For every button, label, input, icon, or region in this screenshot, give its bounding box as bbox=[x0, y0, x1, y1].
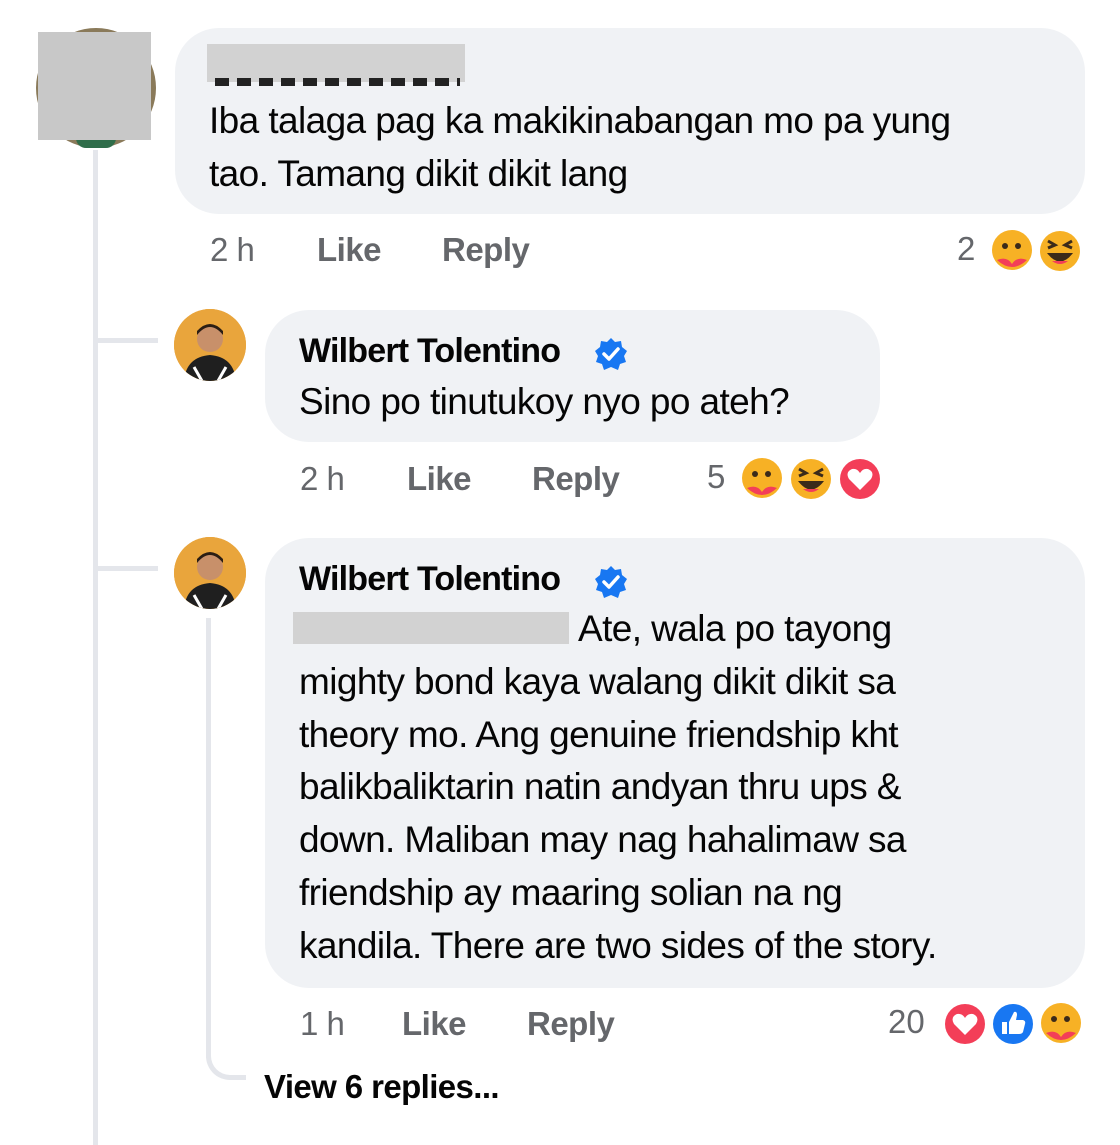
reaction-count[interactable]: 2 bbox=[957, 230, 975, 268]
thread-line-reply2 bbox=[206, 618, 211, 1058]
author-name-redaction bbox=[207, 44, 465, 82]
reply-bubble: Wilbert Tolentino Ate, wala po tayong mi… bbox=[265, 538, 1085, 988]
care-reaction-icon bbox=[989, 228, 1035, 274]
reply-button[interactable]: Reply bbox=[527, 1005, 615, 1043]
comment-text-line1: Iba talaga pag ka makikinabangan mo pa y… bbox=[209, 100, 951, 141]
mention-redaction[interactable] bbox=[293, 612, 569, 644]
reply-text-line5: down. Maliban may nag hahalimaw sa bbox=[299, 819, 906, 860]
love-reaction-icon bbox=[837, 456, 883, 502]
haha-reaction-icon bbox=[1037, 228, 1083, 274]
reply-text-line7: kandila. There are two sides of the stor… bbox=[299, 925, 937, 966]
reaction-count[interactable]: 20 bbox=[888, 1003, 925, 1041]
reply-button[interactable]: Reply bbox=[442, 231, 530, 269]
reply-text-line2: mighty bond kaya walang dikit dikit sa bbox=[299, 661, 896, 702]
avatar-redaction bbox=[38, 32, 151, 140]
comment-text-line2: tao. Tamang dikit dikit lang bbox=[209, 153, 628, 194]
comment-bubble: Iba talaga pag ka makikinabangan mo pa y… bbox=[175, 28, 1085, 214]
like-button[interactable]: Like bbox=[407, 460, 472, 498]
reply-text-line6: friendship ay maaring solian na ng bbox=[299, 872, 843, 913]
comment-timestamp[interactable]: 2 h bbox=[210, 231, 255, 269]
care-reaction-icon bbox=[739, 456, 785, 502]
like-button[interactable]: Like bbox=[317, 231, 382, 269]
wilbert-avatar[interactable] bbox=[174, 309, 246, 381]
reply-text-line4: balikbaliktarin natin andyan thru ups & bbox=[299, 766, 901, 807]
reply-bubble: Wilbert Tolentino Sino po tinutukoy nyo … bbox=[265, 310, 880, 442]
reply-text-line1: Ate, wala po tayong bbox=[578, 608, 892, 649]
view-replies-link[interactable]: View 6 replies... bbox=[264, 1068, 500, 1106]
wilbert-avatar[interactable] bbox=[174, 537, 246, 609]
author-name-fragment bbox=[215, 78, 460, 86]
verified-badge-icon bbox=[595, 338, 627, 370]
author-name[interactable]: Wilbert Tolentino bbox=[299, 332, 561, 371]
reply-timestamp[interactable]: 1 h bbox=[300, 1005, 345, 1043]
reply-button[interactable]: Reply bbox=[532, 460, 620, 498]
reply-timestamp[interactable]: 2 h bbox=[300, 460, 345, 498]
verified-badge-icon bbox=[595, 566, 627, 598]
thread-connector-reply1 bbox=[98, 338, 158, 343]
like-button[interactable]: Like bbox=[402, 1005, 467, 1043]
thread-connector-view-replies bbox=[206, 1040, 246, 1080]
haha-reaction-icon bbox=[788, 456, 834, 502]
thread-line-main bbox=[93, 150, 98, 1145]
reply-text-line3: theory mo. Ang genuine friendship kht bbox=[299, 714, 899, 755]
love-reaction-icon bbox=[942, 1001, 988, 1047]
like-reaction-icon bbox=[990, 1001, 1036, 1047]
reply-text: Sino po tinutukoy nyo po ateh? bbox=[299, 381, 790, 422]
thread-connector-reply2 bbox=[98, 566, 158, 571]
care-reaction-icon bbox=[1038, 1001, 1084, 1047]
reaction-count[interactable]: 5 bbox=[707, 458, 725, 496]
author-name[interactable]: Wilbert Tolentino bbox=[299, 560, 561, 599]
